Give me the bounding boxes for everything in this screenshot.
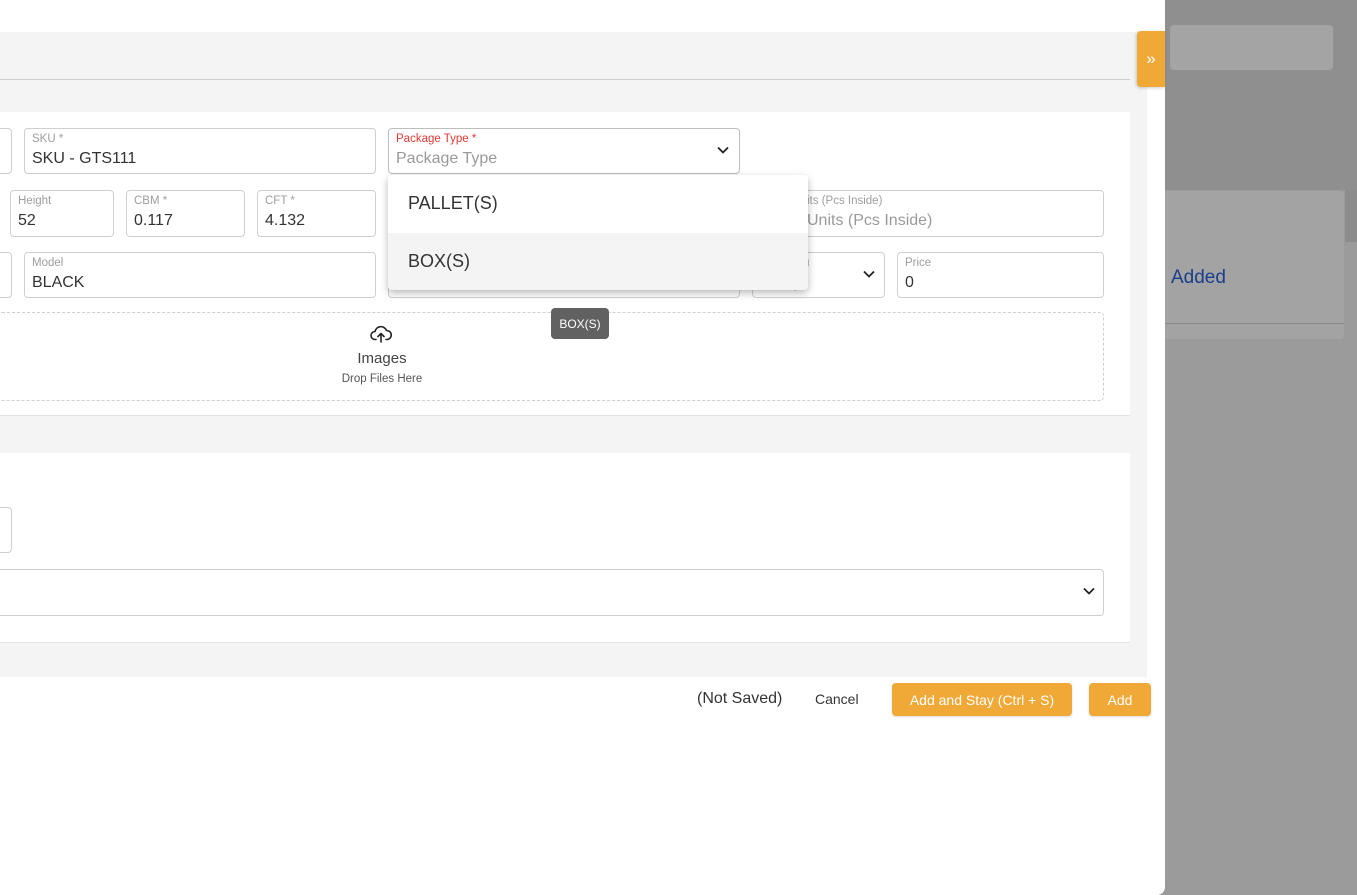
sku-value: SKU - GTS111 (32, 150, 137, 167)
add-product-drawer: SKU * SKU - GTS111 Package Type * Packag… (0, 0, 1165, 895)
price-value: 0 (905, 274, 914, 291)
background-card: Added (1160, 191, 1344, 339)
clipped-field[interactable] (0, 128, 12, 174)
height-label: Height (18, 195, 52, 207)
chevron-down-icon (717, 146, 729, 154)
model-value: BLACK (32, 274, 85, 291)
cft-value: 4.132 (265, 212, 306, 229)
cancel-button[interactable]: Cancel (812, 691, 862, 707)
background-scrollbar (1345, 190, 1357, 242)
dropzone-title: Images (357, 350, 407, 367)
add-and-stay-button[interactable]: Add and Stay (Ctrl + S) (892, 683, 1072, 716)
cft-field[interactable]: CFT * 4.132 (257, 190, 376, 237)
model-label: Model (32, 257, 64, 269)
price-label: Price (905, 257, 932, 269)
clipped-field[interactable] (0, 507, 12, 553)
package-type-label: Package Type * (396, 133, 477, 145)
cft-label: CFT * (265, 195, 295, 207)
clipped-field[interactable] (0, 252, 12, 298)
price-field[interactable]: Price 0 (897, 252, 1104, 298)
sku-label: SKU * (32, 133, 64, 145)
background-added-text: Added (1171, 267, 1226, 288)
package-type-placeholder: Package Type (396, 150, 498, 167)
units-placeholder: Units (Pcs Inside) (807, 212, 933, 229)
cbm-field[interactable]: CBM * 0.117 (126, 190, 245, 237)
option-tooltip: BOX(S) (551, 308, 609, 339)
divider (1160, 323, 1344, 324)
background-search-box (1170, 25, 1333, 70)
second-section (0, 453, 1130, 643)
height-field[interactable]: Height 52 (10, 190, 114, 237)
double-chevron-right-icon: » (1146, 49, 1156, 68)
add-button[interactable]: Add (1089, 683, 1151, 716)
package-type-dropdown: PALLET(S) BOX(S) (388, 175, 808, 290)
cbm-value: 0.117 (134, 212, 173, 229)
cbm-label: CBM * (134, 195, 168, 207)
package-type-select[interactable]: Package Type * Package Type (388, 128, 740, 174)
units-label: its (Pcs Inside) (807, 195, 883, 207)
dropzone-subtitle: Drop Files Here (341, 373, 423, 385)
dropdown-option-boxes[interactable]: BOX(S) (388, 233, 808, 290)
chevron-down-icon (1083, 587, 1095, 595)
cloud-upload-icon (370, 325, 392, 343)
sku-field[interactable]: SKU * SKU - GTS111 (24, 128, 376, 174)
wide-select[interactable] (0, 569, 1104, 616)
chevron-down-icon (863, 270, 875, 278)
height-value: 52 (18, 212, 36, 229)
background-page: Added (1160, 0, 1357, 895)
dropdown-option-pallets[interactable]: PALLET(S) (388, 175, 808, 232)
collapse-drawer-button[interactable]: » (1137, 31, 1165, 87)
model-field[interactable]: Model BLACK (24, 252, 376, 298)
divider (0, 79, 1130, 80)
save-status: (Not Saved) (697, 690, 783, 707)
